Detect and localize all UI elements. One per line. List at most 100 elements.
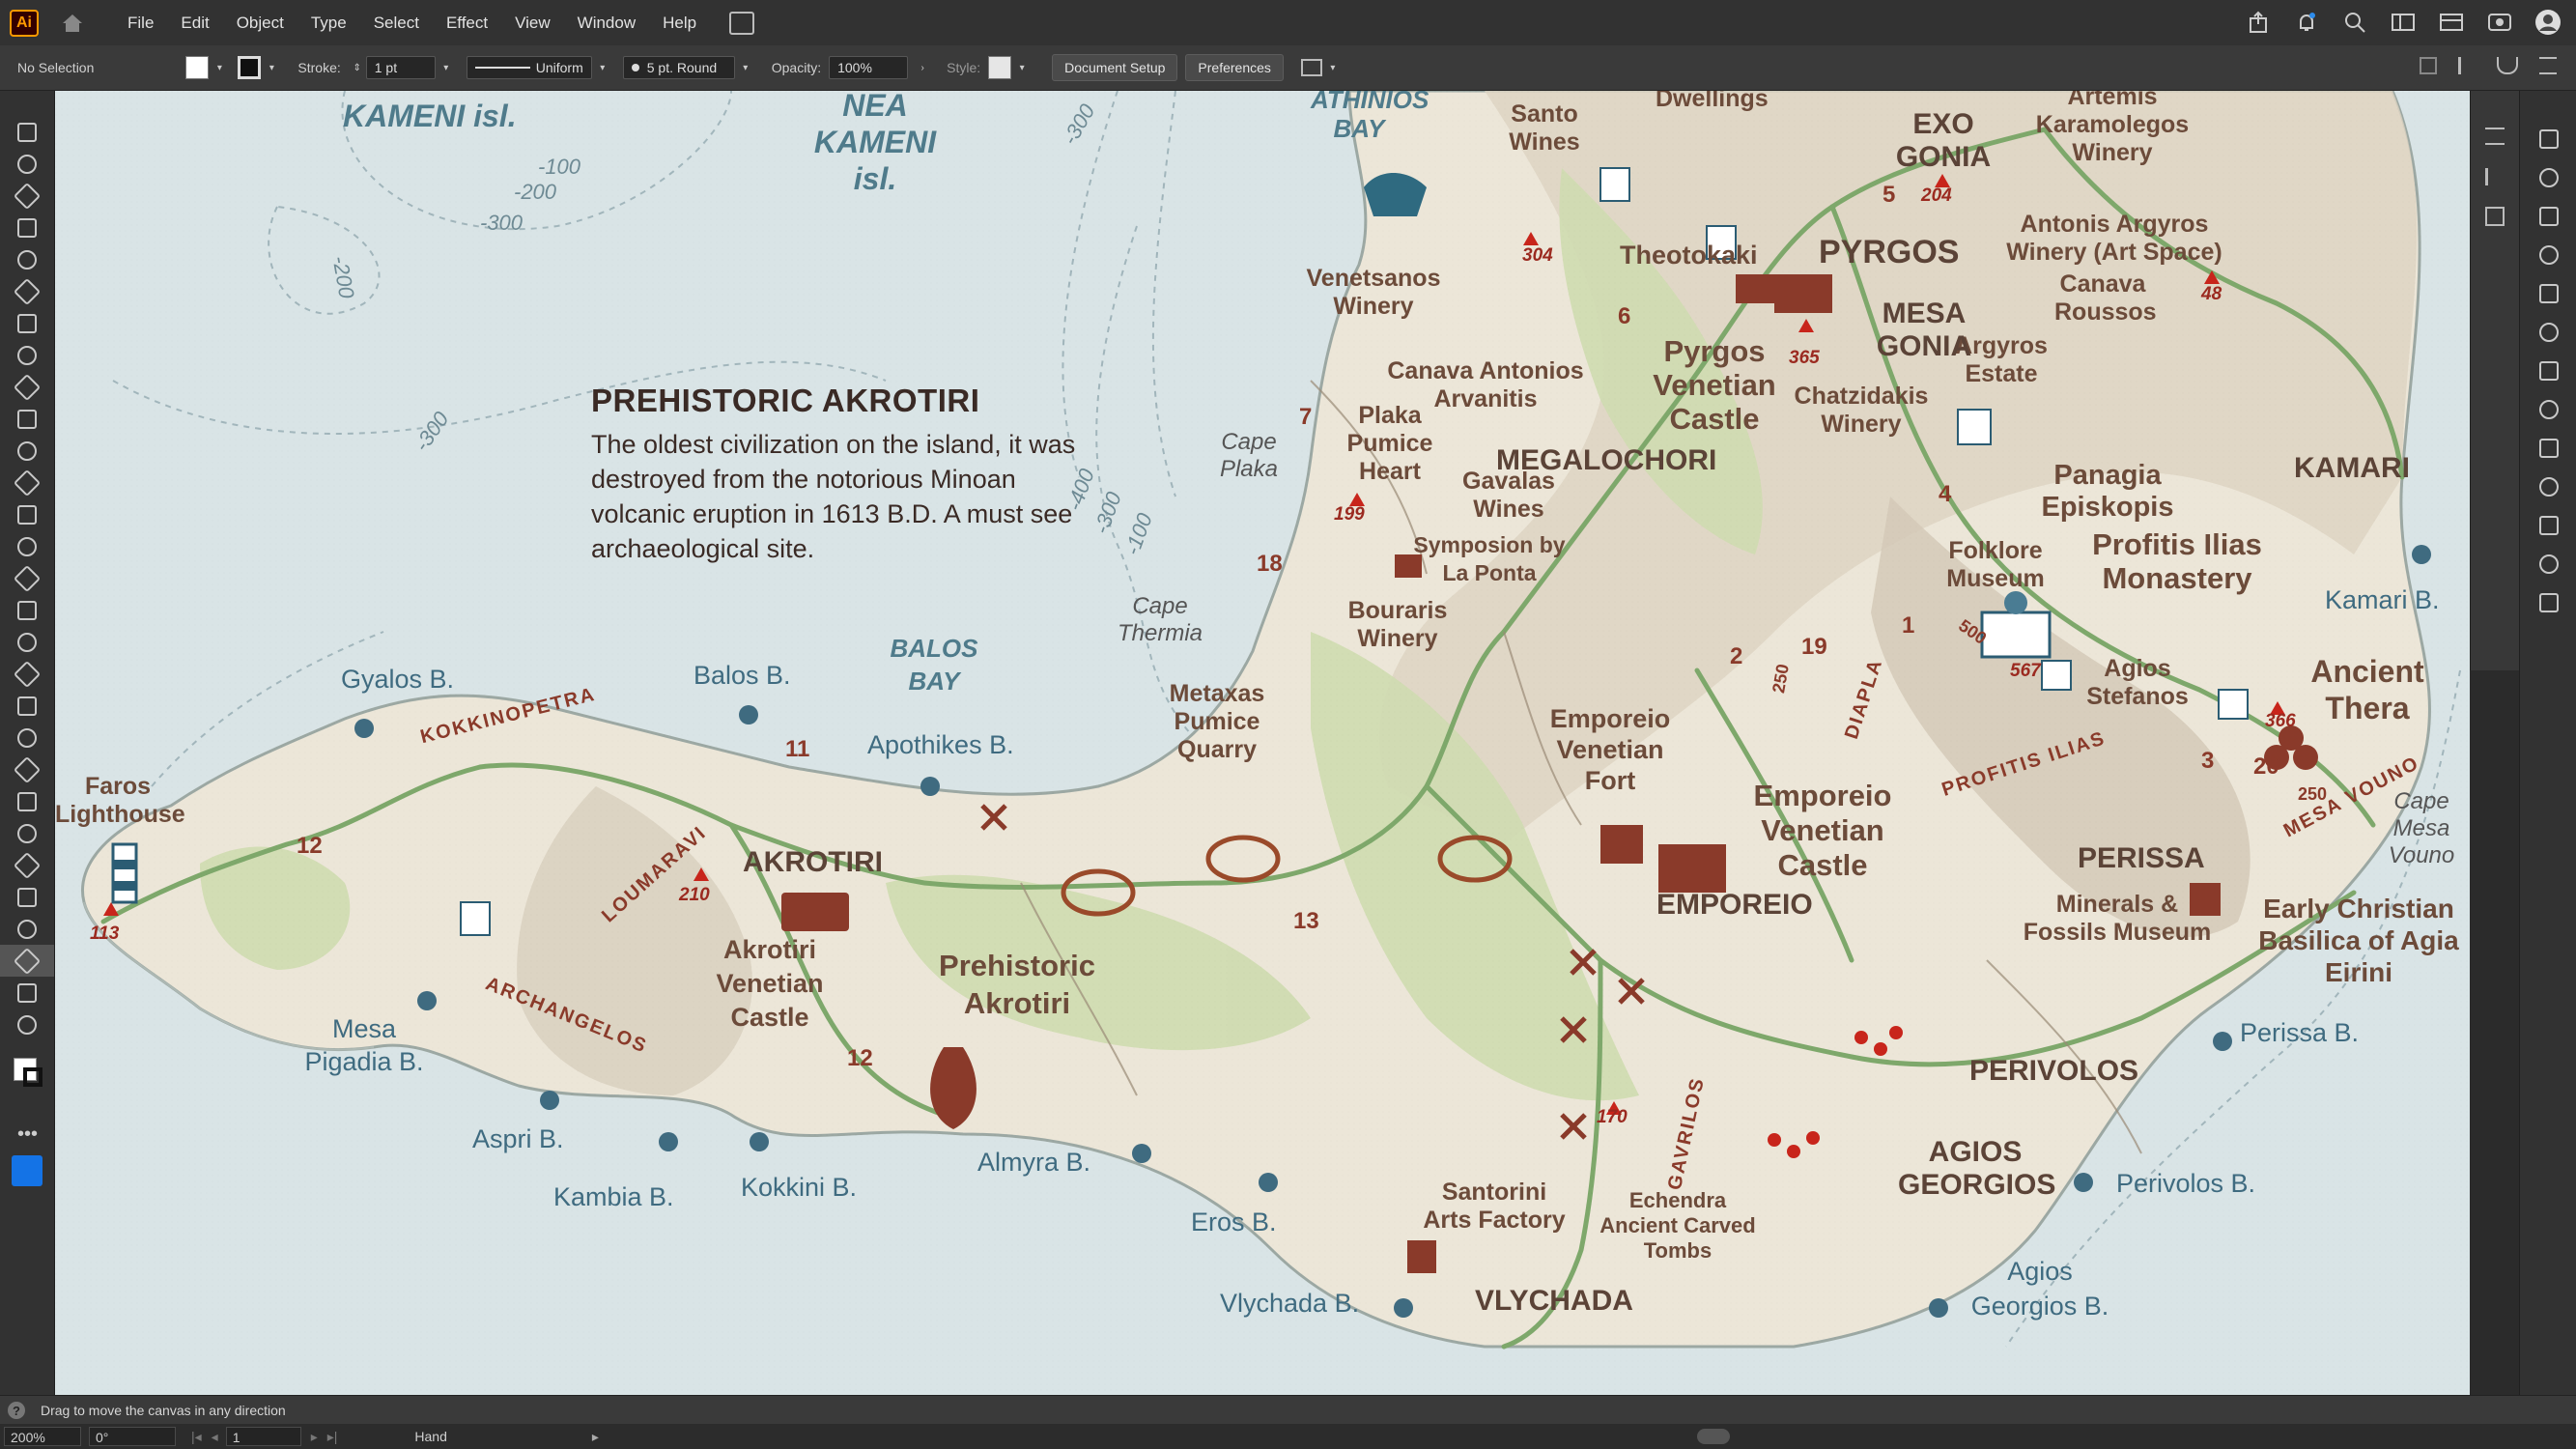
rectangle-tool-button[interactable]: [0, 371, 54, 403]
menu-select[interactable]: Select: [360, 0, 433, 45]
appearance-button[interactable]: [2520, 197, 2576, 236]
scale-tool-button[interactable]: [0, 530, 54, 562]
mesh-tool-button[interactable]: [0, 690, 54, 722]
slice-tool-button[interactable]: [0, 913, 54, 945]
zoom-field[interactable]: 200%: [4, 1427, 81, 1446]
stroke-weight-field[interactable]: 1 pt: [365, 56, 436, 79]
opacity-field[interactable]: 100%: [829, 56, 909, 79]
shaper-tool-button[interactable]: [0, 435, 54, 467]
free-transform-tool-button[interactable]: [0, 594, 54, 626]
right-panel-grip[interactable]: [2520, 91, 2576, 120]
eraser-tool-button[interactable]: [0, 467, 54, 498]
rotate-tool-button[interactable]: [0, 498, 54, 530]
eyedropper-tool-button[interactable]: [0, 753, 54, 785]
artboard-canvas[interactable]: PREHISTORIC AKROTIRI The oldest civiliza…: [55, 91, 2470, 1395]
menu-file[interactable]: File: [114, 0, 167, 45]
type-tool-button[interactable]: [0, 307, 54, 339]
help-icon[interactable]: ?: [8, 1402, 25, 1419]
search-icon[interactable]: [2340, 8, 2369, 37]
width-tool-button[interactable]: [0, 562, 54, 594]
curvature-tool-button[interactable]: [0, 275, 54, 307]
cc-libraries-button[interactable]: [2520, 158, 2576, 197]
menu-edit[interactable]: Edit: [167, 0, 222, 45]
paintbrush-tool-button[interactable]: [0, 403, 54, 435]
artboard-nav-last-icon[interactable]: ▸|: [327, 1429, 338, 1445]
menu-view[interactable]: View: [501, 0, 564, 45]
artboard-nav-next-icon[interactable]: ▸: [311, 1429, 318, 1445]
menu-help[interactable]: Help: [649, 0, 710, 45]
graph-tool-button[interactable]: [0, 849, 54, 881]
stroke-swatch[interactable]: [238, 56, 262, 79]
menu-object[interactable]: Object: [223, 0, 297, 45]
perspective-grid-tool-button[interactable]: [0, 658, 54, 690]
transform-panel-button[interactable]: [2520, 429, 2576, 468]
arrange-documents-icon[interactable]: [729, 11, 755, 35]
profile-dropdown-icon[interactable]: ▾: [596, 61, 609, 74]
panel-menu-icon[interactable]: [2539, 57, 2557, 74]
character-button[interactable]: [2520, 313, 2576, 352]
stroke-dropdown-icon[interactable]: ▾: [265, 61, 278, 74]
menu-window[interactable]: Window: [564, 0, 649, 45]
blend-tool-button[interactable]: [0, 785, 54, 817]
pathfinder-icon[interactable]: [2485, 207, 2505, 226]
fill-swatch[interactable]: [185, 56, 210, 79]
horizontal-scrollbar[interactable]: [1697, 1429, 1730, 1444]
symbols-button[interactable]: [2520, 506, 2576, 545]
menu-type[interactable]: Type: [297, 0, 360, 45]
style-dropdown-icon[interactable]: ▾: [1015, 61, 1029, 74]
fill-dropdown-icon[interactable]: ▾: [212, 61, 226, 74]
stroke-stepper-icon[interactable]: ⇕: [351, 61, 364, 74]
stroke-color-swatch[interactable]: [23, 1067, 42, 1087]
cloud-icon[interactable]: [2485, 8, 2514, 37]
document-setup-button[interactable]: Document Setup: [1052, 54, 1178, 81]
distribute-icon[interactable]: [2458, 57, 2476, 74]
export-button[interactable]: [2520, 583, 2576, 622]
brush-definition[interactable]: 5 pt. Round: [622, 56, 735, 79]
shape-builder-tool-button[interactable]: [0, 626, 54, 658]
rotate-field[interactable]: 0°: [89, 1427, 176, 1446]
lasso-tool-button[interactable]: [0, 212, 54, 243]
zoom-tool-button[interactable]: [0, 1009, 54, 1040]
stroke-weight-dropdown-icon[interactable]: ▾: [439, 61, 453, 74]
properties-icon[interactable]: [2485, 128, 2505, 145]
color-guide-button[interactable]: [2520, 274, 2576, 313]
generative-ai-icon[interactable]: [12, 1155, 42, 1186]
symbol-sprayer-tool-button[interactable]: [0, 817, 54, 849]
edit-toolbar-icon[interactable]: •••: [17, 1123, 54, 1146]
gradient-tool-button[interactable]: [0, 722, 54, 753]
menu-effect[interactable]: Effect: [433, 0, 501, 45]
stroke-panel-button[interactable]: [2520, 468, 2576, 506]
variable-width-profile[interactable]: Uniform: [466, 56, 592, 79]
artboard-field[interactable]: 1: [225, 1427, 301, 1446]
user-avatar-icon[interactable]: [2534, 8, 2562, 37]
opacity-arrow-icon[interactable]: ›: [916, 61, 929, 74]
libraries-button[interactable]: [2520, 120, 2576, 158]
panel-layout-icon[interactable]: [2437, 8, 2466, 37]
opentype-button[interactable]: [2520, 390, 2576, 429]
brush-dropdown-icon[interactable]: ▾: [739, 61, 752, 74]
paragraph-button[interactable]: [2520, 352, 2576, 390]
artboard-nav-first-icon[interactable]: |◂: [191, 1429, 202, 1445]
toolbar-grip[interactable]: [0, 91, 54, 116]
magnet-icon[interactable]: [2497, 57, 2518, 74]
transform-icon[interactable]: [1300, 59, 1322, 76]
selection-tool-button[interactable]: [0, 116, 54, 148]
share-icon[interactable]: [2244, 8, 2273, 37]
pen-tool-button[interactable]: [0, 243, 54, 275]
align-panel-icon[interactable]: [2485, 168, 2507, 185]
preferences-button[interactable]: Preferences: [1185, 54, 1284, 81]
line-tool-button[interactable]: [0, 339, 54, 371]
direct-selection-tool-button[interactable]: [0, 148, 54, 180]
color-button[interactable]: [2520, 236, 2576, 274]
artboard-nav-prev-icon[interactable]: ◂: [212, 1429, 218, 1445]
bell-icon[interactable]: [2292, 8, 2321, 37]
tool-menu-icon[interactable]: ▸: [592, 1429, 599, 1445]
graphic-style-swatch[interactable]: [988, 56, 1012, 79]
home-icon[interactable]: [58, 9, 87, 38]
workspace-icon[interactable]: [2389, 8, 2418, 37]
hand-tool-button[interactable]: [0, 945, 54, 977]
transform-dropdown-icon[interactable]: ▾: [1326, 61, 1340, 74]
print-tiling-tool-button[interactable]: [0, 977, 54, 1009]
artboard-tool-button[interactable]: [0, 881, 54, 913]
align-icon[interactable]: [2420, 57, 2437, 74]
